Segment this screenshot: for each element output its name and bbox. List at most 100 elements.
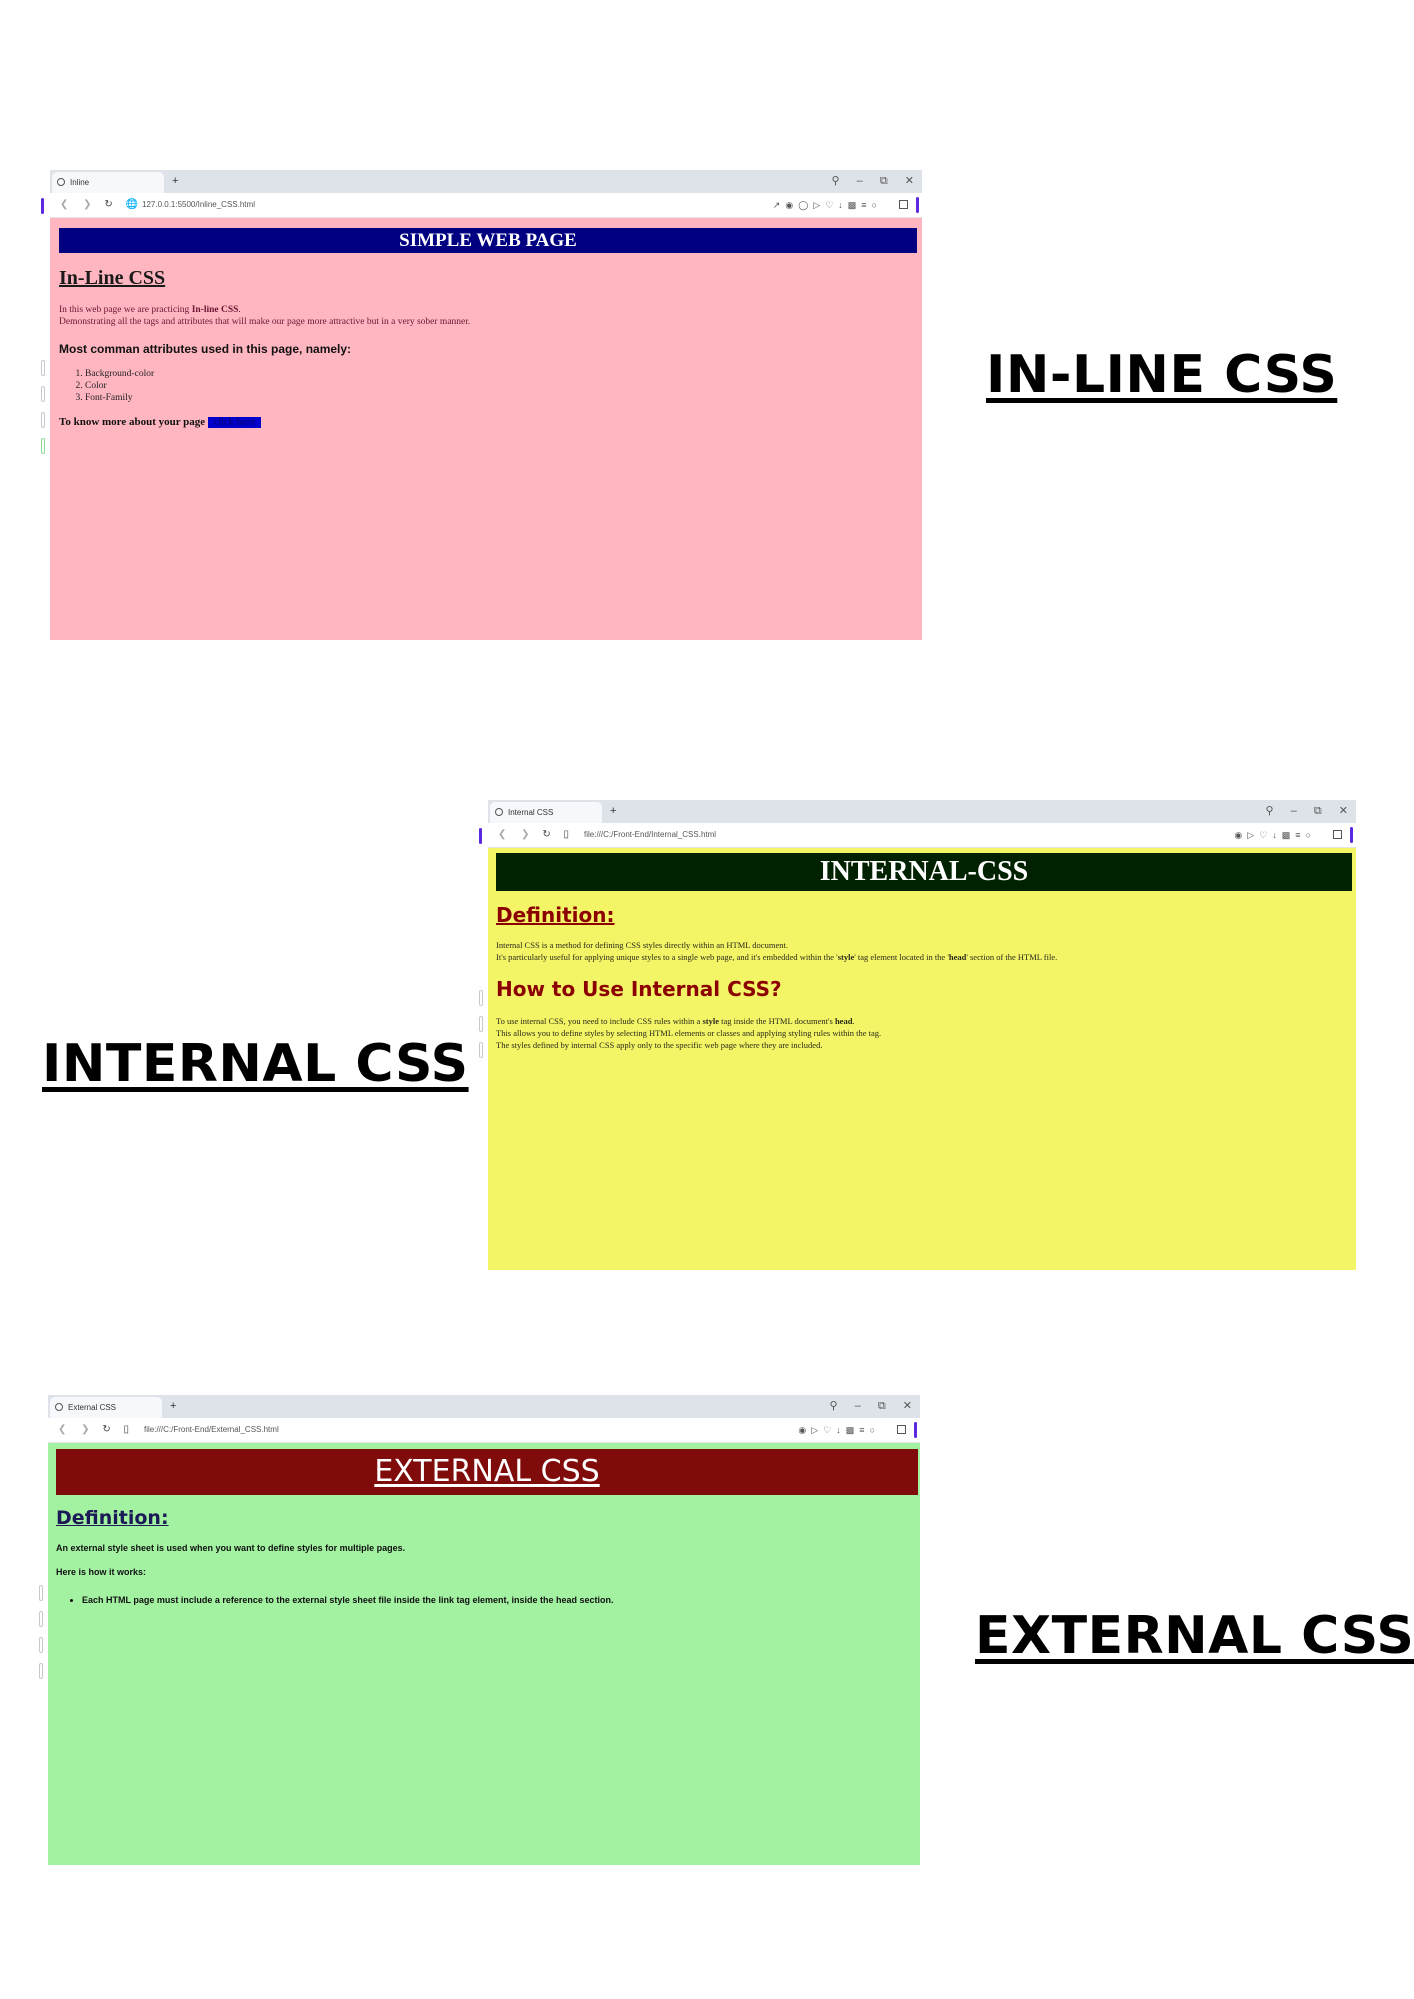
profile-icon[interactable]: ○ bbox=[870, 1425, 880, 1435]
site-info-icon[interactable]: 🌐 bbox=[126, 199, 138, 210]
back-icon[interactable]: ❮ bbox=[58, 1424, 66, 1435]
wallet-icon[interactable]: ▩ bbox=[846, 1425, 860, 1435]
reload-icon[interactable]: ↻ bbox=[542, 829, 550, 840]
heart-icon[interactable]: ♡ bbox=[823, 1425, 836, 1435]
tab-strip: External CSS + ⚲ – ⧉ ✕ bbox=[48, 1395, 920, 1418]
camera-icon[interactable]: ◉ bbox=[798, 1425, 811, 1435]
click-here-link[interactable]: click here bbox=[207, 417, 262, 428]
play-icon[interactable]: ▷ bbox=[811, 1425, 823, 1435]
minimize-button[interactable]: – bbox=[855, 1400, 861, 1412]
file-icon[interactable]: ▯ bbox=[564, 829, 570, 840]
new-tab-button[interactable]: + bbox=[172, 172, 178, 191]
box-icon[interactable] bbox=[897, 1425, 906, 1434]
side-panel-tab[interactable] bbox=[479, 1016, 483, 1032]
how-line1-b: tag inside the HTML document's bbox=[719, 1016, 835, 1026]
reload-icon[interactable]: ↻ bbox=[104, 199, 112, 210]
page-banner: INTERNAL-CSS bbox=[496, 853, 1352, 891]
url-field[interactable]: file:///C:/Front-End/Internal_CSS.html bbox=[584, 823, 716, 847]
howto-paragraph: To use internal CSS, you need to include… bbox=[496, 1015, 1352, 1051]
share-icon[interactable]: ↗ bbox=[773, 200, 786, 210]
wallet-icon[interactable]: ▩ bbox=[1282, 830, 1296, 840]
profile-icon[interactable]: ○ bbox=[1306, 830, 1316, 840]
play-icon[interactable]: ▷ bbox=[813, 200, 825, 210]
url-field[interactable]: file:///C:/Front-End/External_CSS.html bbox=[144, 1418, 279, 1442]
menu-icon[interactable]: ≡ bbox=[1295, 830, 1305, 840]
intro-text: In this web page we are practicing bbox=[59, 305, 192, 315]
restore-button[interactable]: ⧉ bbox=[1314, 805, 1322, 817]
address-bar: ❮ ❯ ↻ ▯ file:///C:/Front-End/External_CS… bbox=[48, 1418, 920, 1443]
side-panel-tab[interactable] bbox=[39, 1637, 43, 1653]
inline-browser-window: Inline + ⚲ – ⧉ ✕ ❮ ❯ ↻ 🌐 127.0.0.1:5500/… bbox=[41, 170, 922, 640]
sidebar-toggle[interactable] bbox=[916, 197, 919, 213]
how-head-word: head bbox=[834, 1016, 853, 1026]
menu-icon[interactable]: ≡ bbox=[861, 200, 871, 210]
new-tab-button[interactable]: + bbox=[170, 1397, 176, 1416]
side-panel-tab[interactable] bbox=[479, 1042, 483, 1058]
tab-internal[interactable]: Internal CSS bbox=[490, 802, 602, 823]
wallet-icon[interactable]: ▩ bbox=[848, 200, 862, 210]
camera-icon[interactable]: ◉ bbox=[1234, 830, 1247, 840]
close-button[interactable]: ✕ bbox=[905, 175, 914, 187]
internal-page-viewport: INTERNAL-CSS Definition: Internal CSS is… bbox=[488, 848, 1356, 1270]
profile-icon[interactable]: ○ bbox=[872, 200, 882, 210]
extension-icons: ↗◉◯▷♡↓▩≡○ bbox=[773, 193, 882, 217]
caption-internal-css: INTERNAL CSS bbox=[42, 1034, 469, 1094]
minimize-button[interactable]: – bbox=[857, 175, 863, 187]
definition-heading: Definition: bbox=[496, 903, 615, 927]
forward-icon[interactable]: ❯ bbox=[81, 1424, 89, 1435]
side-panel-tab[interactable] bbox=[41, 412, 45, 428]
download-icon[interactable]: ↓ bbox=[838, 200, 848, 210]
heart-icon[interactable]: ♡ bbox=[825, 200, 838, 210]
address-bar: ❮ ❯ ↻ 🌐 127.0.0.1:5500/Inline_CSS.html ↗… bbox=[50, 193, 922, 218]
search-tabs-icon[interactable]: ⚲ bbox=[830, 1400, 838, 1412]
restore-button[interactable]: ⧉ bbox=[878, 1400, 886, 1412]
close-button[interactable]: ✕ bbox=[1339, 805, 1348, 817]
definition-heading: Definition: bbox=[56, 1507, 169, 1529]
side-panel-tab[interactable] bbox=[479, 990, 483, 1006]
sidebar-toggle[interactable] bbox=[914, 1422, 917, 1438]
search-tabs-icon[interactable]: ⚲ bbox=[1266, 805, 1274, 817]
back-icon[interactable]: ❮ bbox=[498, 829, 506, 840]
left-panel-marker[interactable] bbox=[41, 198, 44, 214]
nav-buttons: ❮ ❯ ↻ ▯ bbox=[498, 823, 569, 847]
tab-title: Inline bbox=[70, 178, 90, 187]
side-panel-tab[interactable] bbox=[39, 1611, 43, 1627]
sidebar-toggle[interactable] bbox=[1350, 827, 1353, 843]
side-panel-tab[interactable] bbox=[41, 386, 45, 402]
minimize-button[interactable]: – bbox=[1291, 805, 1297, 817]
globe-icon bbox=[495, 808, 503, 816]
list-item: Each HTML page must include a reference … bbox=[82, 1595, 918, 1605]
back-icon[interactable]: ❮ bbox=[60, 199, 68, 210]
search-tabs-icon[interactable]: ⚲ bbox=[832, 175, 840, 187]
nav-buttons: ❮ ❯ ↻ 🌐 bbox=[60, 193, 138, 217]
side-panel-tab[interactable] bbox=[39, 1663, 43, 1679]
side-panel-tab[interactable] bbox=[39, 1585, 43, 1601]
tab-inline[interactable]: Inline bbox=[52, 172, 164, 193]
left-panel-marker[interactable] bbox=[479, 828, 482, 844]
box-icon[interactable] bbox=[899, 200, 908, 209]
camera-icon[interactable]: ◉ bbox=[785, 200, 798, 210]
download-icon[interactable]: ↓ bbox=[836, 1425, 846, 1435]
shield-icon[interactable]: ◯ bbox=[798, 200, 813, 210]
tab-external[interactable]: External CSS bbox=[50, 1397, 162, 1418]
def-style-word: style bbox=[837, 952, 855, 962]
play-icon[interactable]: ▷ bbox=[1247, 830, 1259, 840]
heart-icon[interactable]: ♡ bbox=[1259, 830, 1272, 840]
forward-icon[interactable]: ❯ bbox=[83, 199, 91, 210]
side-panel-tab[interactable] bbox=[41, 360, 45, 376]
close-button[interactable]: ✕ bbox=[903, 1400, 912, 1412]
how-line3: The styles defined by internal CSS apply… bbox=[496, 1040, 823, 1050]
forward-icon[interactable]: ❯ bbox=[521, 829, 529, 840]
reload-icon[interactable]: ↻ bbox=[102, 1424, 110, 1435]
menu-icon[interactable]: ≡ bbox=[859, 1425, 869, 1435]
list-item: Font-Family bbox=[85, 392, 917, 404]
file-icon[interactable]: ▯ bbox=[124, 1424, 130, 1435]
restore-button[interactable]: ⧉ bbox=[880, 175, 888, 187]
attributes-heading: Most comman attributes used in this page… bbox=[59, 342, 352, 356]
box-icon[interactable] bbox=[1333, 830, 1342, 839]
caption-external-css: EXTERNAL CSS bbox=[975, 1606, 1414, 1666]
new-tab-button[interactable]: + bbox=[610, 802, 616, 821]
url-field[interactable]: 127.0.0.1:5500/Inline_CSS.html bbox=[142, 193, 255, 217]
download-icon[interactable]: ↓ bbox=[1272, 830, 1282, 840]
side-panel-tab[interactable] bbox=[41, 438, 45, 454]
